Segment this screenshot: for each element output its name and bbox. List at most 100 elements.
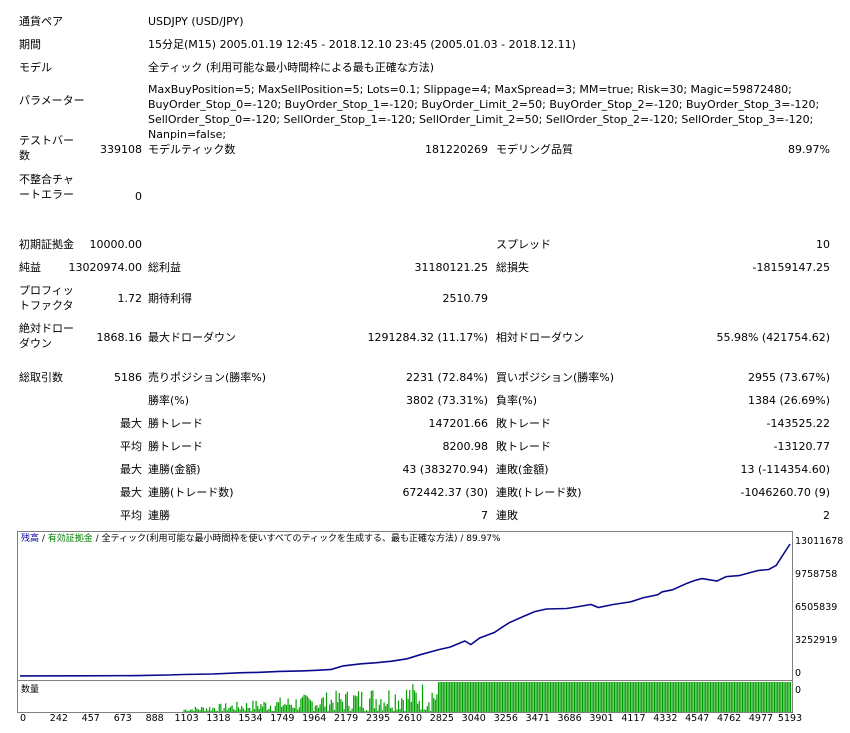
volume-bar [773,682,776,712]
net-value: 13020974.00 [68,261,142,274]
volume-bar [485,682,488,712]
symbol-label: 通貨ペア [19,15,63,28]
volume-bar [314,705,316,712]
volume-bar [261,706,264,712]
volume-bar [357,691,360,712]
legend-text: 全ティック(利用可能な最小時間枠を使いすべてのティックを生成する、最も正確な方法… [101,534,501,544]
volume-bar [372,690,374,712]
volume-bar [452,682,454,712]
volume-bar [466,682,468,712]
volume-bar [279,697,281,712]
bars-value: 339108 [100,143,142,156]
mismatch-label: 不整合チャートエラー [19,173,74,201]
volume-bar [444,682,446,712]
volume-bar [540,682,542,712]
volume-bar [337,702,339,712]
volume-bar [719,682,721,712]
volume-bar [380,699,382,712]
volume-bar [426,706,428,712]
volume-bar [479,682,481,712]
balance-line [19,543,791,677]
legend-balance: 残高 [21,534,40,544]
volume-bar [423,709,425,712]
deposit-value: 10000.00 [89,238,143,251]
volume-bar [249,707,251,712]
volume-bar [564,682,566,712]
x-tick-label: 4977 [748,713,774,724]
volume-bar [730,682,732,712]
volume-bar [338,693,340,712]
volume-bar [255,700,257,712]
volume-bar [490,682,492,712]
volume-bar [362,707,364,712]
volume-bar [322,697,324,712]
volume-bar [514,682,516,712]
volume-bar [381,710,384,712]
volume-bar [605,682,608,712]
volume-bar [273,711,275,712]
volume-bar [583,682,585,712]
avg-win-label: 勝トレード [148,440,203,453]
volume-bar [301,696,304,712]
volume-bar [764,682,766,712]
volume-bar [740,682,742,712]
volume-bar [303,694,305,712]
volume-bar [669,682,672,712]
volume-bar [596,682,598,712]
volume-bar [573,682,576,712]
gross-profit-value: 31180121.25 [414,261,488,274]
volume-bar [524,682,526,712]
volume-bar [746,682,748,712]
volume-bar [439,682,441,712]
win-pct-label: 勝率(%) [148,394,190,407]
volume-bar [658,682,660,712]
avg-cons-wins-value: 7 [481,509,488,522]
volume-bar [529,682,531,712]
trades-value: 5186 [114,371,142,384]
volume-bar [228,708,230,712]
volume-bar [474,682,476,712]
volume-bar [722,682,724,712]
volume-bar [437,682,440,712]
volume-bar [661,682,664,712]
volume-bar [477,682,480,712]
volume-bar [612,682,614,712]
volume-bar [684,682,686,712]
x-tick-label: 1534 [238,713,263,724]
volume-bar [609,682,611,712]
volume-bar [716,682,718,712]
period-value: 15分足(M15) 2005.01.19 12:45 - 2018.12.10 … [148,38,576,51]
volume-bar [396,709,398,712]
balance-chart: 残高 / 有効証拠金 / 全ティック(利用可能な最小時間枠を使いすべてのティック… [17,531,793,681]
volume-bar [469,682,472,712]
chart-legend: 残高 / 有効証拠金 / 全ティック(利用可能な最小時間枠を使いすべてのティック… [21,534,501,545]
volume-bar [282,705,284,712]
max-word-3: 最大 [120,486,142,499]
volume-bar [473,682,475,712]
volume-bar [644,682,646,712]
volume-bar [548,682,550,712]
legend-sep-1: / [39,534,48,544]
volume-bar [633,682,635,712]
volume-bar [639,682,641,712]
volume-bar [413,690,416,712]
volume-bar [733,682,736,712]
volume-bar [561,682,563,712]
volume-bar [748,682,750,712]
volume-bar [650,682,652,712]
x-tick-label: 1749 [270,713,295,724]
volume-bar [332,702,334,712]
short-label: 売りポジション(勝率%) [148,371,267,384]
volume-bar [709,682,712,712]
volume-bar [593,682,595,712]
volume-bar [525,682,528,712]
volume-bar [690,682,692,712]
cons-losses-label: 連敗(金額) [496,463,549,476]
volume-bar [765,682,768,712]
volume-bar [324,706,326,712]
volume-bar [365,710,368,712]
volume-bar [538,682,540,712]
short-value: 2231 (72.84%) [405,371,488,384]
y-tick-label: 6505839 [795,602,838,613]
volume-bar [471,682,473,712]
